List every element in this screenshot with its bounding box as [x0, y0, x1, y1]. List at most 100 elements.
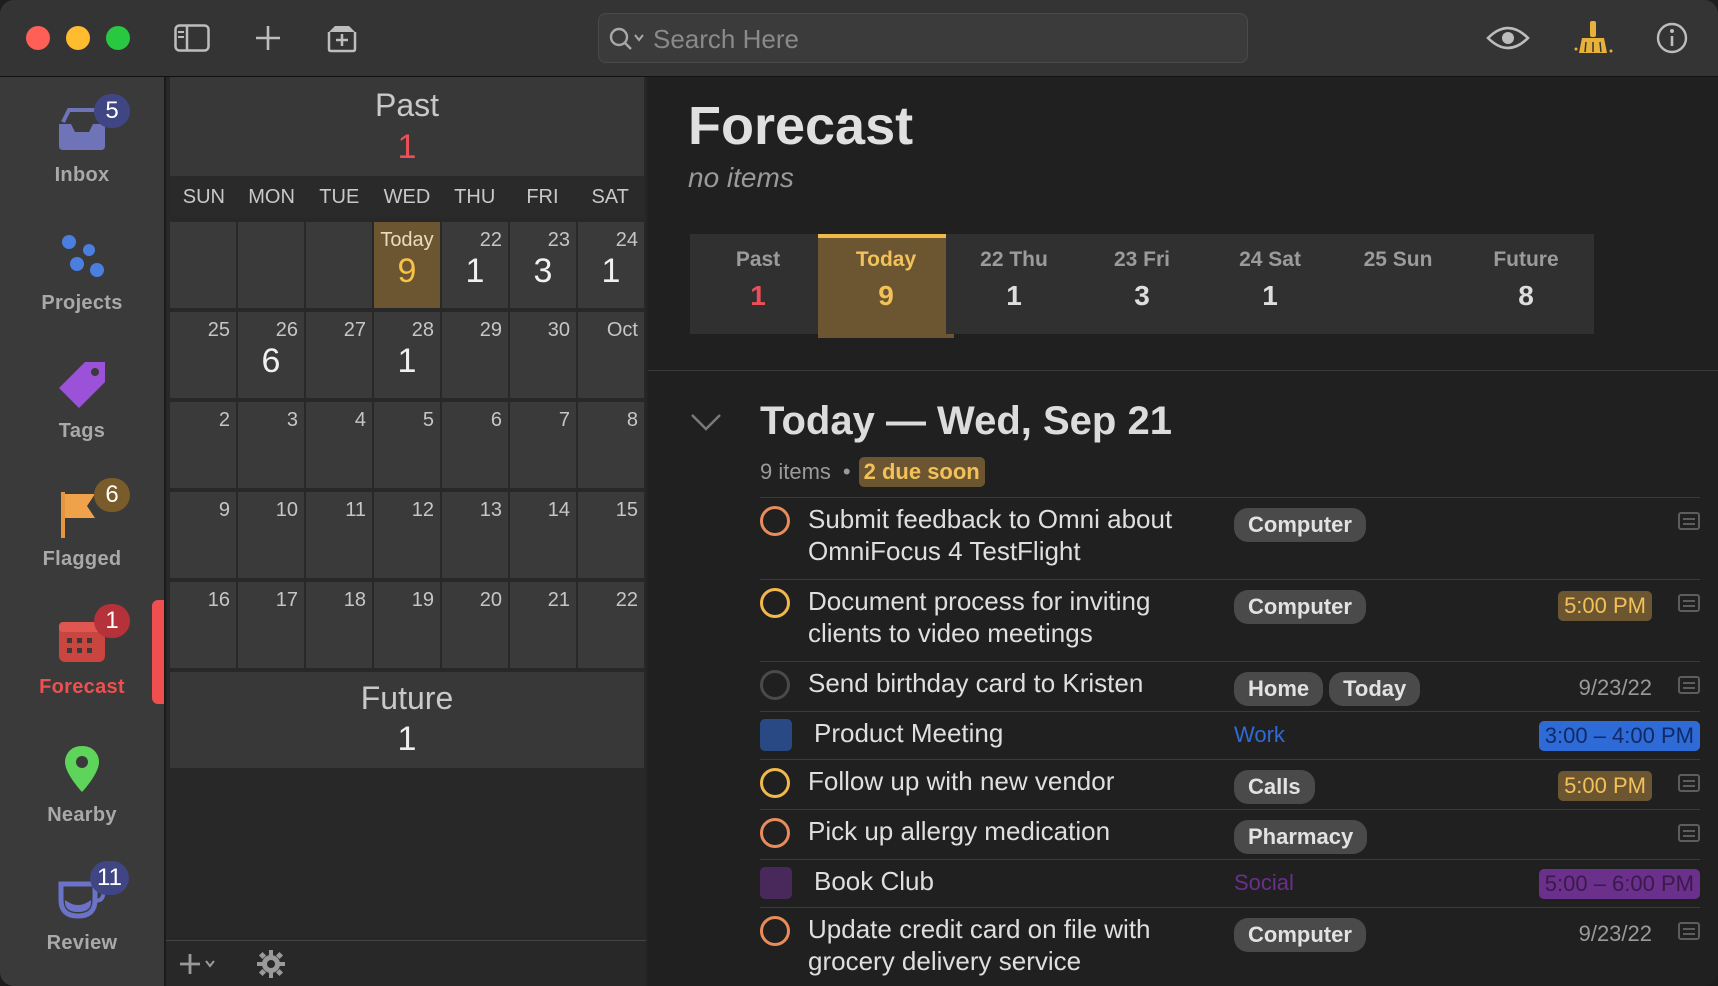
calendar-day-cell[interactable]: 14 — [510, 492, 576, 578]
calendar-day-cell[interactable]: 25 — [170, 312, 236, 398]
sidebar-item-tags[interactable]: Tags — [0, 333, 164, 453]
view-options-icon[interactable] — [1486, 18, 1530, 58]
sidebar-toggle-icon[interactable] — [170, 18, 214, 58]
calendar-day-cell[interactable]: 17 — [238, 582, 304, 668]
sidebar-item-review[interactable]: 11 Review — [0, 845, 164, 965]
event-row[interactable]: Book Club Social 5:00 – 6:00 PM — [760, 859, 1700, 908]
calendar-day-cell[interactable]: 7 — [510, 402, 576, 488]
task-checkbox[interactable] — [760, 588, 790, 618]
calendar-day-cell[interactable]: 2 — [170, 402, 236, 488]
task-checkbox[interactable] — [760, 506, 790, 536]
calendar-day-cell[interactable]: 22 1 — [442, 222, 508, 308]
note-icon[interactable] — [1678, 922, 1700, 940]
task-row[interactable]: Pick up allergy medication Pharmacy — [760, 809, 1700, 860]
calendar-past-cell[interactable]: Past 1 — [170, 77, 644, 176]
tag-chip[interactable]: Today — [1329, 672, 1421, 706]
task-row[interactable]: Update credit card on file with grocery … — [760, 907, 1700, 986]
calendar-day-cell[interactable]: 11 — [306, 492, 372, 578]
task-title[interactable]: Update credit card on file with grocery … — [808, 913, 1208, 977]
tag-chip[interactable]: Calls — [1234, 770, 1315, 804]
calendar-day-cell[interactable]: 27 — [306, 312, 372, 398]
sidebar-item-inbox[interactable]: 5 Inbox — [0, 77, 164, 197]
forecast-day-0[interactable]: Past 1 — [690, 234, 826, 334]
task-checkbox[interactable] — [760, 768, 790, 798]
gear-icon[interactable] — [256, 949, 286, 984]
add-icon[interactable] — [246, 18, 290, 58]
search-input[interactable] — [651, 14, 1235, 64]
calendar-day-cell[interactable]: 19 — [374, 582, 440, 668]
event-title[interactable]: Book Club — [814, 865, 1214, 897]
search-field[interactable] — [598, 13, 1248, 64]
sidebar-item-flagged[interactable]: 6 Flagged — [0, 461, 164, 581]
forecast-day-2[interactable]: 22 Thu 1 — [946, 234, 1082, 334]
tag-chip[interactable]: Home — [1234, 672, 1324, 706]
day-number: 28 — [411, 319, 434, 341]
note-icon[interactable] — [1678, 594, 1700, 612]
forecast-day-1[interactable]: Today 9 — [818, 234, 954, 338]
task-row[interactable]: Send birthday card to Kristen Home Today 9/… — [760, 661, 1700, 712]
sidebar-item-projects[interactable]: Projects — [0, 205, 164, 325]
calendar-day-cell[interactable]: 3 — [238, 402, 304, 488]
calendar-day-cell[interactable]: 13 — [442, 492, 508, 578]
forecast-day-6[interactable]: Future 8 — [1458, 234, 1594, 334]
close-window-button[interactable] — [26, 26, 50, 50]
calendar-day-cell[interactable]: 21 — [510, 582, 576, 668]
calendar-future-cell[interactable]: Future 1 — [170, 672, 644, 768]
calendar-day-cell[interactable]: 23 3 — [510, 222, 576, 308]
task-checkbox[interactable] — [760, 818, 790, 848]
calendar-day-cell[interactable]: 6 — [442, 402, 508, 488]
calendar-day-cell[interactable]: 8 — [578, 402, 644, 488]
task-checkbox[interactable] — [760, 670, 790, 700]
calendar-day-cell[interactable]: 30 — [510, 312, 576, 398]
calendar-day-cell[interactable]: 18 — [306, 582, 372, 668]
minimize-window-button[interactable] — [66, 26, 90, 50]
calendar-day-cell[interactable]: 15 — [578, 492, 644, 578]
note-icon[interactable] — [1678, 824, 1700, 842]
note-icon[interactable] — [1678, 774, 1700, 792]
calendar-day-cell[interactable]: 29 — [442, 312, 508, 398]
event-title[interactable]: Product Meeting — [814, 717, 1214, 749]
task-title[interactable]: Pick up allergy medication — [808, 815, 1208, 847]
sidebar-item-forecast[interactable]: 1 Forecast — [0, 589, 164, 709]
calendar-day-cell[interactable]: 9 — [170, 492, 236, 578]
calendar-day-cell[interactable]: 5 — [374, 402, 440, 488]
event-row[interactable]: Product Meeting Work 3:00 – 4:00 PM — [760, 711, 1700, 760]
tag-chip[interactable]: Computer — [1234, 508, 1366, 542]
clean-up-icon[interactable] — [1572, 18, 1616, 58]
task-title[interactable]: Submit feedback to Omni about OmniFocus … — [808, 503, 1208, 567]
note-icon[interactable] — [1678, 676, 1700, 694]
task-row[interactable]: Submit feedback to Omni about OmniFocus … — [760, 497, 1700, 580]
task-checkbox[interactable] — [760, 916, 790, 946]
forecast-day-3[interactable]: 23 Fri 3 — [1074, 234, 1210, 334]
calendar-day-cell[interactable]: 16 — [170, 582, 236, 668]
chevron-down-icon[interactable] — [690, 412, 722, 437]
forecast-day-5[interactable]: 25 Sun — [1330, 234, 1466, 334]
zoom-window-button[interactable] — [106, 26, 130, 50]
info-icon[interactable] — [1650, 18, 1694, 58]
calendar-day-cell[interactable]: Oct — [578, 312, 644, 398]
calendar-day-cell[interactable]: 12 — [374, 492, 440, 578]
note-icon[interactable] — [1678, 512, 1700, 530]
calendar-day-cell[interactable]: 22 — [578, 582, 644, 668]
day-number: 5 — [422, 409, 434, 431]
calendar-day-cell[interactable]: 4 — [306, 402, 372, 488]
calendar-day-cell[interactable]: 24 1 — [578, 222, 644, 308]
forecast-day-4[interactable]: 24 Sat 1 — [1202, 234, 1338, 334]
sidebar-item-nearby[interactable]: Nearby — [0, 717, 164, 837]
task-row[interactable]: Follow up with new vendor Calls 5:00 PM — [760, 759, 1700, 810]
tag-chip[interactable]: Computer — [1234, 590, 1366, 624]
day-number: 29 — [479, 319, 502, 341]
tag-chip[interactable]: Computer — [1234, 918, 1366, 952]
task-title[interactable]: Document process for inviting clients to… — [808, 585, 1208, 649]
task-row[interactable]: Document process for inviting clients to… — [760, 579, 1700, 662]
calendar-day-cell[interactable]: 28 1 — [374, 312, 440, 398]
quick-entry-icon[interactable] — [320, 18, 364, 58]
calendar-day-cell[interactable]: Today 9 — [374, 222, 440, 308]
tag-chip[interactable]: Pharmacy — [1234, 820, 1368, 854]
calendar-day-cell[interactable]: 26 6 — [238, 312, 304, 398]
task-title[interactable]: Send birthday card to Kristen — [808, 667, 1208, 699]
task-title[interactable]: Follow up with new vendor — [808, 765, 1208, 797]
calendar-day-cell[interactable]: 10 — [238, 492, 304, 578]
calendar-day-cell[interactable]: 20 — [442, 582, 508, 668]
add-menu-icon[interactable] — [178, 951, 222, 982]
